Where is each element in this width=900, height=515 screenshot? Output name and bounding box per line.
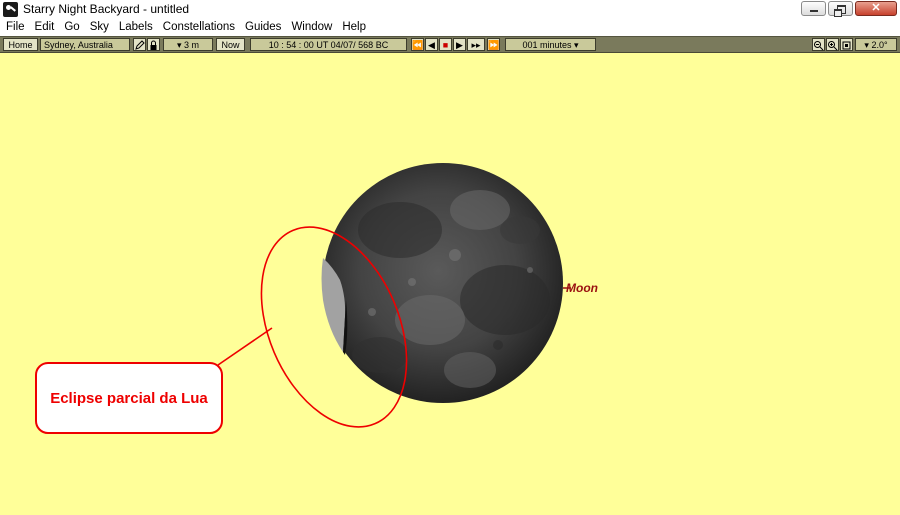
- fast-forward-icon[interactable]: ⏩: [487, 38, 500, 51]
- sky-canvas: [217, 163, 571, 428]
- close-icon: ✕: [871, 2, 881, 14]
- callout-connector: [217, 327, 273, 366]
- close-button[interactable]: ✕: [855, 1, 897, 16]
- menu-file[interactable]: File: [0, 19, 30, 36]
- field-of-view-select[interactable]: ▾ 2.0°: [855, 38, 897, 51]
- control-toolbar: Home Sydney, Australia ▾ 3 m Now 10 : 54…: [0, 36, 900, 53]
- play-icon[interactable]: ▶: [453, 38, 466, 51]
- window-controls: ✕: [801, 1, 897, 17]
- sky-view[interactable]: Moon Eclipse parcial da Lua: [0, 53, 900, 515]
- title-bar: Starry Night Backyard - untitled ✕: [0, 0, 900, 20]
- elevation-field[interactable]: ▾ 3 m: [163, 38, 213, 51]
- zoom-box-icon[interactable]: [840, 38, 853, 51]
- window-title: Starry Night Backyard - untitled: [23, 2, 190, 16]
- menu-window[interactable]: Window: [286, 19, 337, 36]
- menu-sky[interactable]: Sky: [85, 19, 114, 36]
- telescope-app-icon[interactable]: [3, 2, 18, 17]
- zoom-in-icon[interactable]: [826, 38, 839, 51]
- moon-label[interactable]: Moon: [566, 281, 598, 295]
- minimize-button[interactable]: [801, 1, 826, 16]
- menu-labels[interactable]: Labels: [114, 19, 158, 36]
- menu-help[interactable]: Help: [337, 19, 371, 36]
- home-button[interactable]: Home: [3, 38, 38, 51]
- pencil-icon[interactable]: [133, 38, 146, 51]
- stop-icon[interactable]: ■: [439, 38, 452, 51]
- fast-backward-icon[interactable]: ⏪: [411, 38, 424, 51]
- menu-go[interactable]: Go: [59, 19, 84, 36]
- location-field[interactable]: Sydney, Australia: [40, 38, 130, 51]
- step-forward-icon[interactable]: ▸▸: [467, 38, 485, 51]
- zoom-out-icon[interactable]: [812, 38, 825, 51]
- now-button[interactable]: Now: [216, 38, 245, 51]
- moon[interactable]: [321, 163, 564, 403]
- menu-guides[interactable]: Guides: [240, 19, 286, 36]
- restore-icon: [834, 5, 846, 17]
- minimize-icon: [810, 10, 818, 12]
- menu-constellations[interactable]: Constellations: [158, 19, 240, 36]
- step-backward-icon[interactable]: ◀: [425, 38, 438, 51]
- eclipse-callout: Eclipse parcial da Lua: [35, 362, 223, 434]
- menu-bar: File Edit Go Sky Labels Constellations G…: [0, 19, 900, 36]
- timestep-select[interactable]: 001 minutes ▾: [505, 38, 596, 51]
- lock-icon[interactable]: [147, 38, 160, 51]
- datetime-field[interactable]: 10 : 54 : 00 UT 04/07/ 568 BC: [250, 38, 407, 51]
- eclipse-callout-text: Eclipse parcial da Lua: [50, 389, 208, 407]
- menu-edit[interactable]: Edit: [30, 19, 60, 36]
- restore-button[interactable]: [828, 1, 853, 17]
